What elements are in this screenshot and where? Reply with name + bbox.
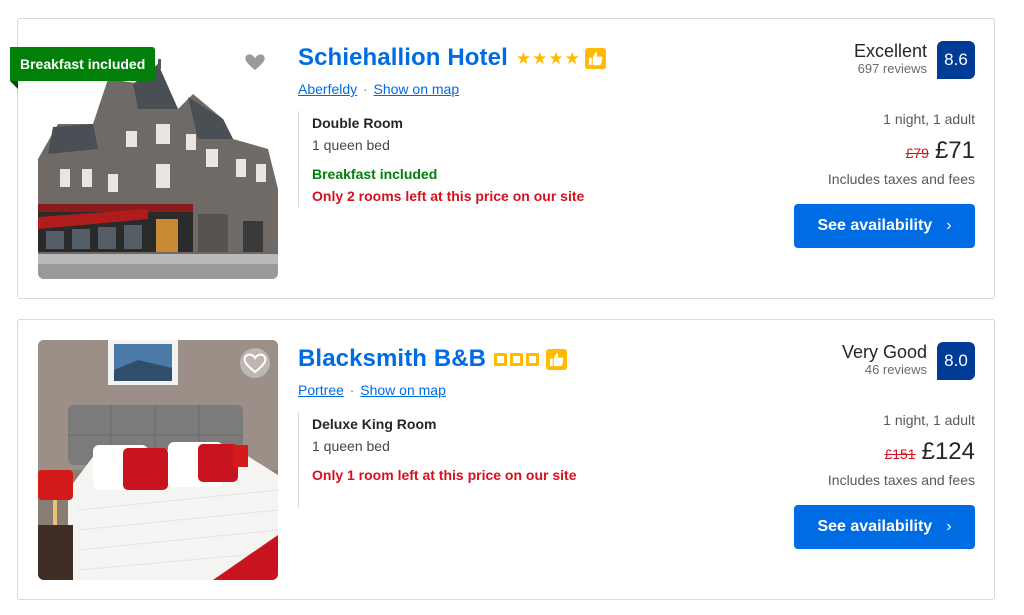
thumbs-up-icon — [584, 47, 606, 69]
stay-length: 1 night, 1 adult — [883, 412, 975, 428]
separator-dot: · — [349, 382, 355, 398]
original-price: £79 — [905, 145, 929, 161]
property-card: Breakfast included Schiehallion Hotel ★ … — [10, 18, 995, 299]
location-link[interactable]: Portree — [298, 382, 344, 398]
rating-square-icon — [494, 352, 508, 366]
original-price: £151 — [884, 446, 916, 462]
star-rating: ★ ★ ★ ★ — [515, 47, 606, 69]
room-type: Deluxe King Room — [312, 416, 437, 432]
show-on-map-link[interactable]: Show on map — [374, 81, 460, 97]
property-info: Schiehallion Hotel ★ ★ ★ ★ Aberfeldy · S… — [298, 41, 778, 207]
review-count: 46 reviews — [864, 362, 927, 377]
stay-length: 1 night, 1 adult — [883, 111, 975, 127]
room-details: Deluxe King Room 1 queen bed Only 1 room… — [298, 412, 778, 508]
rating-square-icon — [510, 352, 524, 366]
star-icon: ★ — [532, 48, 548, 68]
star-icon: ★ — [515, 48, 532, 68]
room-details: Double Room 1 queen bed Breakfast includ… — [298, 111, 778, 207]
current-price: £124 — [921, 438, 975, 465]
breakfast-included-text: Breakfast included — [312, 166, 438, 182]
star-icon: ★ — [564, 48, 580, 68]
show-on-map-link[interactable]: Show on map — [360, 382, 446, 398]
property-info: Blacksmith B&B Portree · Show on map Del… — [298, 342, 778, 508]
taxes-note: Includes taxes and fees — [827, 171, 975, 187]
see-availability-label: See availability — [817, 518, 933, 535]
save-favourite-heart-icon[interactable] — [239, 347, 271, 379]
see-availability-button[interactable]: See availability › — [794, 204, 975, 248]
review-score[interactable]: Excellent 697 reviews 8.6 — [755, 41, 975, 79]
property-name-link[interactable]: Schiehallion Hotel — [298, 44, 508, 72]
bed-type: 1 queen bed — [312, 438, 390, 454]
star-icon: ★ — [548, 48, 564, 68]
thumbs-up-icon — [546, 348, 568, 370]
score-badge: 8.6 — [937, 41, 975, 79]
price-block: Very Good 46 reviews 8.0 1 night, 1 adul… — [755, 342, 975, 549]
score-badge: 8.0 — [937, 342, 975, 380]
scarcity-message: Only 1 room left at this price on our si… — [312, 467, 577, 483]
square-rating — [494, 348, 568, 370]
breakfast-included-ribbon: Breakfast included — [10, 47, 156, 81]
property-name-link[interactable]: Blacksmith B&B — [298, 345, 486, 373]
review-count: 697 reviews — [857, 61, 927, 76]
bed-type: 1 queen bed — [312, 137, 390, 153]
scarcity-message: Only 2 rooms left at this price on our s… — [312, 188, 585, 204]
see-availability-button[interactable]: See availability › — [794, 505, 975, 549]
review-score[interactable]: Very Good 46 reviews 8.0 — [755, 342, 975, 380]
taxes-note: Includes taxes and fees — [827, 472, 975, 488]
chevron-right-icon: › — [946, 518, 952, 535]
price-block: Excellent 697 reviews 8.6 1 night, 1 adu… — [755, 41, 975, 248]
save-favourite-heart-icon[interactable] — [239, 46, 271, 78]
see-availability-label: See availability — [817, 217, 933, 234]
review-word: Very Good — [841, 342, 927, 362]
separator-dot: · — [363, 81, 368, 97]
property-card: Blacksmith B&B Portree · Show on map Del… — [17, 319, 995, 600]
room-type: Double Room — [312, 115, 403, 131]
chevron-right-icon: › — [946, 217, 952, 234]
rating-square-icon — [526, 352, 540, 366]
current-price: £71 — [934, 137, 975, 164]
ribbon-fold — [10, 81, 18, 89]
review-word: Excellent — [853, 41, 927, 61]
location-link[interactable]: Aberfeldy — [298, 81, 357, 97]
